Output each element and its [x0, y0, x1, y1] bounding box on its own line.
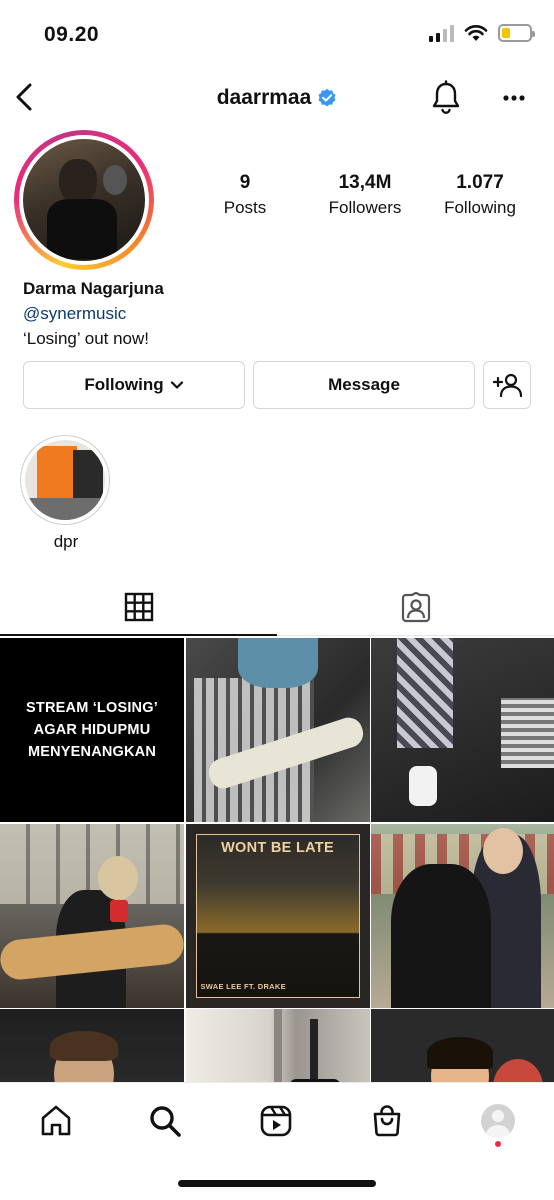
bio-text: ‘Losing’ out now!: [23, 329, 150, 348]
bio-mention-link[interactable]: @synermusic: [23, 304, 523, 324]
following-button[interactable]: Following: [23, 361, 245, 409]
more-horizontal-icon[interactable]: [500, 86, 528, 110]
avatar-photo: [23, 139, 145, 261]
status-time: 09.20: [44, 23, 100, 46]
username: daarrmaa: [216, 86, 312, 109]
post-tile[interactable]: WONT BE LATE SWAE LEE FT. DRAKE: [185, 823, 370, 1008]
suggested-users-button[interactable]: [483, 361, 531, 409]
post-tile[interactable]: STREAM ‘LOSING’ AGAR HIDUPMU MENYENANGKA…: [0, 638, 184, 822]
highlight-label: dpr: [53, 532, 79, 551]
album-title: WONT BE LATE: [221, 839, 334, 856]
profile-name: Darma Nagarjuna: [23, 279, 164, 298]
add-user-icon: [492, 373, 522, 398]
stat-value: 1.077: [456, 172, 504, 193]
stat-followers[interactable]: 13,4M Followers: [300, 172, 430, 218]
post-tile[interactable]: [371, 823, 554, 1008]
status-bar: 09.20: [0, 0, 554, 70]
post-tile[interactable]: [185, 638, 370, 822]
post-text: STREAM ‘LOSING’ AGAR HIDUPMU MENYENANGKA…: [26, 700, 158, 760]
tagged-user-icon: [401, 591, 430, 622]
highlight-cover-image: [25, 440, 105, 520]
chevron-down-icon: [170, 381, 183, 389]
nav-home[interactable]: [34, 1099, 78, 1143]
battery-icon: [498, 24, 535, 42]
search-icon: [150, 1106, 181, 1137]
tab-posts-grid[interactable]: [0, 580, 277, 636]
nav-reels[interactable]: [254, 1099, 298, 1143]
stat-following[interactable]: 1.077 Following: [430, 172, 530, 218]
post-tile[interactable]: [371, 638, 554, 822]
message-button-label: Message: [328, 375, 400, 394]
stat-label: Followers: [328, 198, 402, 217]
cellular-signal-icon: [429, 24, 454, 42]
story-highlight[interactable]: dpr: [20, 435, 112, 552]
album-art: WONT BE LATE SWAE LEE FT. DRAKE: [195, 833, 360, 998]
highlight-ring: [20, 435, 110, 525]
nav-shop[interactable]: [365, 1099, 409, 1143]
profile-stats: 9 Posts 13,4M Followers 1.077 Following: [190, 172, 530, 218]
status-icons: [429, 24, 535, 42]
profile-bio: Darma Nagarjuna @synermusic ‘Losing’ out…: [23, 279, 523, 349]
profile-avatar-icon: [481, 1104, 515, 1138]
reels-icon: [260, 1105, 292, 1137]
stat-value: 13,4M: [338, 172, 392, 193]
username-title: daarrmaa: [0, 86, 554, 110]
shop-icon: [373, 1105, 401, 1137]
nav-search[interactable]: [143, 1099, 187, 1143]
nav-profile[interactable]: [476, 1099, 520, 1143]
notification-dot: [495, 1141, 501, 1147]
tab-tagged[interactable]: [277, 580, 554, 636]
stat-label: Posts: [223, 198, 267, 217]
album-credit: SWAE LEE FT. DRAKE: [200, 981, 286, 991]
stat-posts[interactable]: 9 Posts: [190, 172, 300, 218]
profile-header: daarrmaa: [0, 72, 554, 124]
stat-value: 9: [239, 172, 251, 193]
profile-avatar[interactable]: [14, 130, 154, 270]
profile-tabs: [0, 580, 554, 636]
wifi-icon: [464, 25, 488, 41]
message-button[interactable]: Message: [253, 361, 475, 409]
stat-label: Following: [444, 198, 516, 217]
following-button-label: Following: [84, 375, 164, 394]
bell-icon[interactable]: [430, 80, 462, 116]
profile-actions: Following Message: [23, 361, 531, 409]
home-indicator[interactable]: [178, 1180, 376, 1187]
post-tile[interactable]: [0, 823, 184, 1008]
verified-badge-icon: [318, 88, 336, 107]
home-icon: [41, 1105, 71, 1136]
grid-icon: [124, 592, 153, 622]
battery-level: [502, 28, 510, 38]
